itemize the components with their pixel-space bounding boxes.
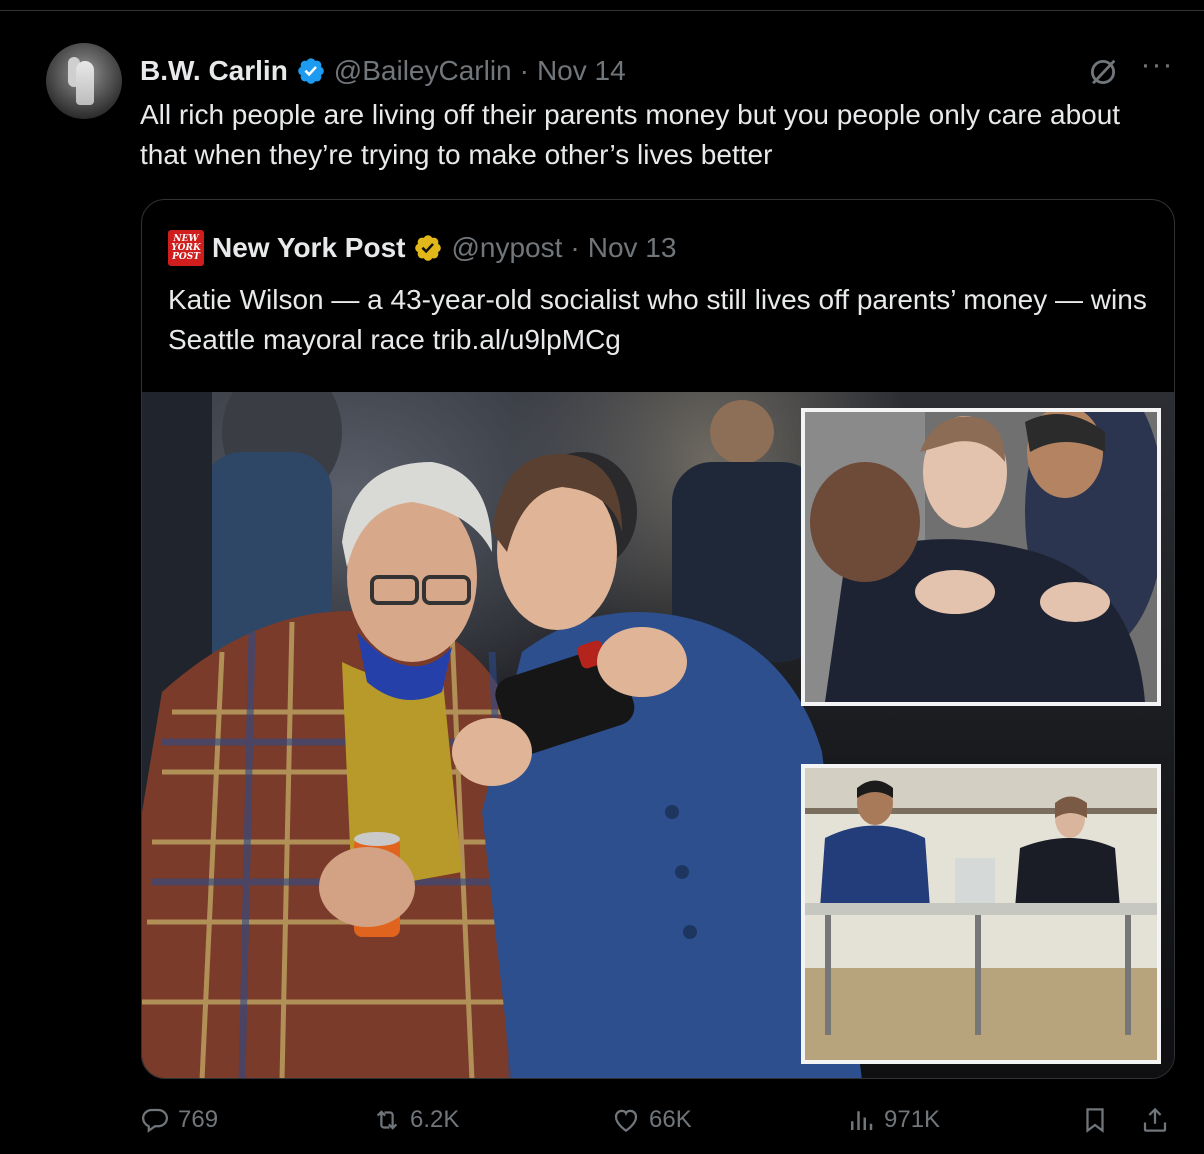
quoted-author-handle[interactable]: @nypost	[451, 232, 562, 264]
retweet-button[interactable]: 6.2K	[372, 1105, 459, 1135]
action-bar: 769 6.2K 66K 971K	[0, 1101, 1204, 1151]
retweet-count: 6.2K	[410, 1106, 460, 1133]
tweet[interactable]: B.W. Carlin @BaileyCarlin · Nov 14 ··· A…	[0, 10, 1204, 1154]
more-icon[interactable]: ···	[1140, 50, 1174, 85]
reply-count: 769	[178, 1106, 219, 1133]
bookmark-button[interactable]	[1080, 1105, 1110, 1135]
tweet-header: B.W. Carlin @BaileyCarlin · Nov 14	[140, 51, 626, 91]
grok-icon[interactable]	[1086, 55, 1120, 89]
author-name[interactable]: B.W. Carlin	[140, 55, 288, 87]
tweet-text: All rich people are living off their par…	[140, 99, 1121, 170]
quoted-tweet-text: Katie Wilson — a 43-year-old socialist w…	[168, 284, 1147, 355]
share-button[interactable]	[1140, 1105, 1170, 1135]
quoted-tweet-media[interactable]	[142, 392, 1174, 1078]
separator-dot: ·	[519, 55, 529, 86]
retweet-icon	[376, 1110, 398, 1130]
avatar[interactable]	[46, 43, 122, 119]
bookmark-icon	[1086, 1108, 1104, 1133]
views-button[interactable]: 971K	[846, 1105, 940, 1135]
nypost-logo-icon[interactable]: NEW YORK POST	[168, 230, 204, 266]
heart-icon	[614, 1109, 638, 1132]
quoted-author-name[interactable]: New York Post	[212, 232, 405, 264]
verified-badge-icon	[297, 58, 324, 84]
gold-verified-badge-icon	[415, 235, 442, 261]
reply-button[interactable]: 769	[140, 1105, 218, 1135]
views-icon	[851, 1111, 873, 1130]
like-count: 66K	[649, 1106, 692, 1133]
tweet-date[interactable]: Nov 14	[537, 55, 626, 87]
separator-dot: ·	[570, 232, 580, 263]
debate-photo	[805, 768, 1157, 1060]
inset-photo-debate[interactable]	[801, 764, 1161, 1064]
author-handle[interactable]: @BaileyCarlin	[334, 55, 512, 87]
like-button[interactable]: 66K	[611, 1105, 692, 1135]
quoted-tweet-date[interactable]: Nov 13	[588, 232, 677, 264]
views-count: 971K	[884, 1106, 941, 1133]
quoted-tweet-header: NEW YORK POST New York Post @nypost · No…	[168, 228, 676, 268]
inset-photo-hug[interactable]	[801, 408, 1161, 706]
reply-icon	[141, 1108, 169, 1133]
hug-photo	[805, 412, 1157, 702]
share-icon	[1143, 1107, 1167, 1132]
quoted-tweet[interactable]: NEW YORK POST New York Post @nypost · No…	[141, 199, 1175, 1079]
